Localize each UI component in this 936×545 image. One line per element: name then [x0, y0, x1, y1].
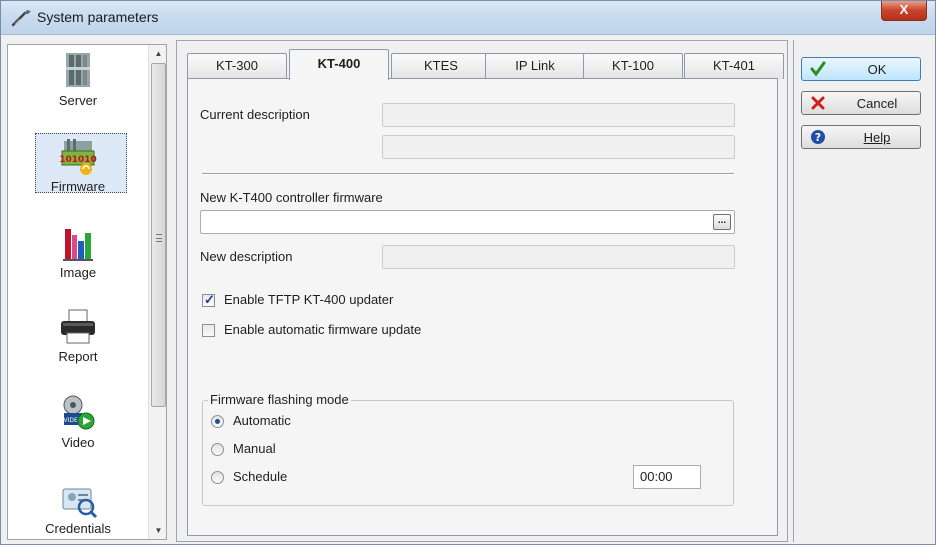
ok-button[interactable]: OK [801, 57, 921, 81]
enable-tftp-checkbox[interactable] [202, 292, 215, 308]
sidebar-item-firmware[interactable]: 101010 Firmware [8, 133, 148, 194]
scroll-up-icon[interactable]: ▲ [149, 45, 166, 62]
sidebar-item-report[interactable]: Report [8, 307, 148, 364]
flashing-mode-title: Firmware flashing mode [208, 392, 351, 407]
radio-manual-label[interactable]: Manual [233, 441, 276, 456]
credentials-icon [62, 488, 98, 519]
help-button[interactable]: ? Help [801, 125, 921, 149]
enable-auto-update-checkbox[interactable] [202, 324, 215, 337]
settings-area: KT-300 KT-400 KTES IP Link KT-100 KT-401… [176, 40, 788, 542]
tab-kt-100[interactable]: KT-100 [583, 53, 683, 79]
svg-text:101010: 101010 [59, 155, 97, 165]
tab-kt-401[interactable]: KT-401 [684, 53, 784, 79]
enable-auto-update-label[interactable]: Enable automatic firmware update [224, 322, 421, 337]
server-icon [66, 53, 90, 87]
window-title: System parameters [37, 9, 159, 25]
divider [202, 173, 734, 175]
sidebar-item-video[interactable]: VIDEO Video [8, 393, 148, 450]
tab-ktes[interactable]: KTES [391, 53, 491, 79]
new-description-label: New description [200, 249, 293, 264]
browse-button[interactable]: ... [713, 214, 731, 230]
current-description-field-2 [382, 135, 735, 159]
tab-kt-300[interactable]: KT-300 [187, 53, 287, 79]
cancel-button[interactable]: Cancel [801, 91, 921, 115]
grip-icon [156, 234, 162, 242]
system-parameters-window: System parameters X Server 101010 Firmwa… [0, 0, 936, 545]
new-firmware-path-input[interactable]: ... [200, 210, 735, 234]
radio-schedule-label[interactable]: Schedule [233, 469, 287, 484]
sidebar-scrollbar[interactable]: ▲ ▼ [148, 45, 166, 539]
current-description-label: Current description [200, 107, 310, 122]
close-button[interactable]: X [881, 1, 927, 21]
image-chart-icon [63, 229, 93, 261]
sidebar-item-server[interactable]: Server [8, 51, 148, 108]
wrench-icon [11, 10, 31, 27]
sidebar-item-image[interactable]: Image [8, 223, 148, 280]
help-icon: ? [811, 130, 825, 144]
enable-tftp-label[interactable]: Enable TFTP KT-400 updater [224, 292, 393, 307]
radio-automatic[interactable] [211, 415, 224, 428]
tab-ip-link[interactable]: IP Link [485, 53, 585, 79]
video-icon: VIDEO [63, 395, 95, 430]
radio-manual[interactable] [211, 443, 224, 456]
current-description-field [382, 103, 735, 127]
sidebar-item-credentials[interactable]: Credentials [8, 479, 148, 536]
tab-kt-400[interactable]: KT-400 [289, 49, 389, 80]
checkmark-icon [810, 61, 826, 77]
svg-text:?: ? [815, 131, 821, 144]
scroll-down-icon[interactable]: ▼ [149, 522, 166, 539]
firmware-icon: 101010 [59, 139, 97, 175]
new-description-field [382, 245, 735, 269]
schedule-time-input[interactable]: 00:00 [633, 465, 701, 489]
radio-schedule[interactable] [211, 471, 224, 484]
radio-automatic-label[interactable]: Automatic [233, 413, 291, 428]
kt-400-panel: Current description New K-T400 controlle… [187, 78, 778, 536]
title-bar[interactable]: System parameters X [1, 1, 935, 35]
sidebar: Server 101010 Firmware Image Report VIDE… [7, 44, 167, 540]
x-icon [811, 96, 825, 110]
new-firmware-label: New K-T400 controller firmware [200, 190, 383, 205]
scrollbar-thumb[interactable] [151, 63, 166, 407]
dialog-buttons: OK Cancel ? Help [793, 40, 935, 542]
printer-icon [61, 309, 95, 344]
